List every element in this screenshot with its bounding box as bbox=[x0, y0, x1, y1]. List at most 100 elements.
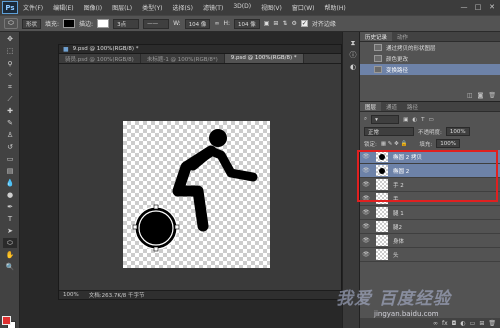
filter-adjust-icon[interactable]: ◐ bbox=[412, 117, 417, 123]
anchor-point-bottom bbox=[153, 246, 159, 252]
ellipse-tool-preset-icon[interactable]: ⬭ bbox=[4, 18, 18, 29]
tab-paths[interactable]: 路径 bbox=[402, 102, 423, 111]
pen-tool-icon[interactable]: ✒ bbox=[3, 202, 17, 212]
history-item[interactable]: 变换路径 bbox=[360, 64, 500, 75]
clone-stamp-tool-icon[interactable]: ♙ bbox=[3, 130, 17, 140]
menu-item-0[interactable]: 文件(F) bbox=[18, 3, 48, 12]
menu-item-5[interactable]: 选择(S) bbox=[167, 3, 198, 12]
stroke-swatch[interactable] bbox=[97, 19, 110, 28]
history-item[interactable]: 颜色更改 bbox=[360, 53, 500, 64]
path-arrange-icon[interactable]: ⇅ bbox=[282, 20, 287, 27]
zoom-level[interactable]: 100% bbox=[63, 292, 79, 298]
width-input[interactable]: 104 像 bbox=[184, 18, 211, 29]
blur-tool-icon[interactable]: 💧 bbox=[3, 178, 17, 188]
magic-wand-tool-icon[interactable]: ✧ bbox=[3, 70, 17, 80]
layer-row[interactable]: 👁 腿2 bbox=[360, 220, 500, 234]
move-tool-icon[interactable]: ✥ bbox=[3, 34, 17, 44]
type-tool-icon[interactable]: T bbox=[3, 214, 17, 224]
tab-history[interactable]: 历史记录 bbox=[360, 32, 393, 41]
fill-swatch[interactable] bbox=[63, 19, 76, 28]
menu-item-9[interactable]: 窗口(W) bbox=[287, 3, 320, 12]
snapshot-icon[interactable]: ◫ bbox=[467, 92, 473, 99]
layer-filter-icon[interactable]: ⌕ bbox=[364, 116, 367, 123]
path-ops-icon[interactable]: ▣ bbox=[264, 20, 270, 27]
layer-name: 身体 bbox=[393, 238, 405, 245]
opacity-input[interactable]: 100% bbox=[445, 127, 470, 136]
camera-icon[interactable]: ◙ bbox=[478, 92, 484, 99]
adjustments-panel-icon[interactable]: ◐ bbox=[346, 62, 360, 72]
dodge-tool-icon[interactable]: ● bbox=[3, 190, 17, 200]
layer-row[interactable]: 👁 腿 1 bbox=[360, 206, 500, 220]
stroke-type-select[interactable]: —— bbox=[143, 18, 170, 29]
fill-input[interactable]: 100% bbox=[436, 139, 460, 148]
anchor-point-left bbox=[132, 224, 138, 230]
visibility-eye-icon[interactable]: 👁 bbox=[360, 237, 372, 244]
menu-item-8[interactable]: 视图(V) bbox=[256, 3, 287, 12]
properties-panel-icon[interactable]: ⓘ bbox=[346, 50, 360, 60]
tab-actions[interactable]: 动作 bbox=[392, 32, 413, 41]
visibility-eye-icon[interactable]: 👁 bbox=[360, 209, 372, 216]
lasso-tool-icon[interactable]: ϙ bbox=[3, 58, 17, 68]
lock-icons[interactable]: ▦ ✎ ✥ 🔒 bbox=[381, 141, 408, 147]
fill-label-layers: 填充: bbox=[419, 141, 433, 148]
wheel-ellipse bbox=[134, 206, 178, 250]
path-selection-tool-icon[interactable]: ➤ bbox=[3, 226, 17, 236]
brush-tool-icon[interactable]: ✎ bbox=[3, 118, 17, 128]
visibility-eye-icon[interactable]: 👁 bbox=[360, 251, 372, 258]
maximize-button[interactable]: □ bbox=[473, 2, 483, 12]
document-info[interactable]: 文档:263.7K/8 千字节 bbox=[89, 291, 145, 299]
eraser-tool-icon[interactable]: ▭ bbox=[3, 154, 17, 164]
menu-item-7[interactable]: 3D(D) bbox=[228, 3, 256, 12]
filter-shape-icon[interactable]: ▭ bbox=[428, 117, 433, 123]
layer-filter-select[interactable]: ▾ bbox=[371, 115, 400, 124]
ellipse-tool-icon[interactable]: ⬭ bbox=[3, 238, 17, 248]
close-button[interactable]: ✕ bbox=[487, 2, 497, 12]
link-icon[interactable]: ∞ bbox=[214, 20, 219, 27]
hand-tool-icon[interactable]: ✋ bbox=[3, 250, 17, 260]
color-swatches[interactable] bbox=[2, 316, 18, 328]
tab-layers[interactable]: 图层 bbox=[360, 102, 382, 111]
history-brush-tool-icon[interactable]: ↺ bbox=[3, 142, 17, 152]
stroke-width-input[interactable]: 3点 bbox=[113, 18, 140, 29]
menu-item-3[interactable]: 图层(L) bbox=[107, 3, 137, 12]
canvas-area[interactable] bbox=[59, 64, 341, 292]
filter-pixel-icon[interactable]: ▣ bbox=[403, 117, 408, 123]
history-item[interactable]: 通过拷贝的形状图层 bbox=[360, 42, 500, 53]
blend-mode-select[interactable]: 正常 bbox=[364, 127, 414, 136]
document-titlebar[interactable]: ■ 9.psd @ 100%(RGB/8) * bbox=[59, 45, 341, 54]
watermark-url: jingyan.baidu.com bbox=[374, 310, 439, 318]
zoom-tool-icon[interactable]: 🔍 bbox=[3, 262, 17, 272]
tab-channels[interactable]: 通道 bbox=[381, 102, 402, 111]
healing-brush-tool-icon[interactable]: ✚ bbox=[3, 106, 17, 116]
document-tab-1[interactable]: 未标题-1 @ 100%(RGB/8*) bbox=[141, 54, 225, 63]
filter-type-icon[interactable]: T bbox=[421, 117, 424, 123]
menu-item-6[interactable]: 滤镜(T) bbox=[198, 3, 228, 12]
height-input[interactable]: 104 像 bbox=[233, 18, 260, 29]
minimize-button[interactable]: — bbox=[459, 2, 469, 12]
menu-item-1[interactable]: 编辑(E) bbox=[48, 3, 78, 12]
fill-label: 填充: bbox=[45, 21, 60, 28]
path-align-icon[interactable]: ⊞ bbox=[273, 20, 278, 27]
gradient-tool-icon[interactable]: ▤ bbox=[3, 166, 17, 176]
eyedropper-tool-icon[interactable]: ⟋ bbox=[3, 94, 17, 104]
settings-gear-icon[interactable]: ⚙ bbox=[291, 20, 296, 27]
visibility-eye-icon[interactable]: 👁 bbox=[360, 223, 372, 230]
menu-item-2[interactable]: 图像(I) bbox=[79, 3, 107, 12]
trash-icon[interactable]: 🗑 bbox=[488, 92, 496, 99]
history-panel-icon[interactable]: ⧗ bbox=[346, 38, 360, 48]
align-edges-checkbox[interactable]: ✓ bbox=[300, 20, 308, 27]
shape-mode-select[interactable]: 形状 bbox=[22, 18, 42, 29]
menu-item-10[interactable]: 帮助(H) bbox=[320, 3, 351, 12]
opacity-label: 不透明度: bbox=[418, 129, 442, 136]
menu-item-4[interactable]: 类型(Y) bbox=[137, 3, 167, 12]
crop-tool-icon[interactable]: ⌗ bbox=[3, 82, 17, 92]
layer-name: 腿2 bbox=[393, 224, 402, 231]
history-item-label: 颜色更改 bbox=[386, 56, 409, 63]
marquee-tool-icon[interactable]: ⬚ bbox=[3, 46, 17, 56]
document-tab-0[interactable]: 骑员.psd @ 100%(RGB/8) bbox=[59, 54, 141, 63]
document-tab-2[interactable]: 9.psd @ 100%(RGB/8) * bbox=[224, 54, 304, 63]
layer-row[interactable]: 👁 头 bbox=[360, 248, 500, 262]
canvas[interactable] bbox=[123, 121, 270, 268]
foreground-color-swatch[interactable] bbox=[2, 316, 11, 325]
layer-row[interactable]: 👁 身体 bbox=[360, 234, 500, 248]
